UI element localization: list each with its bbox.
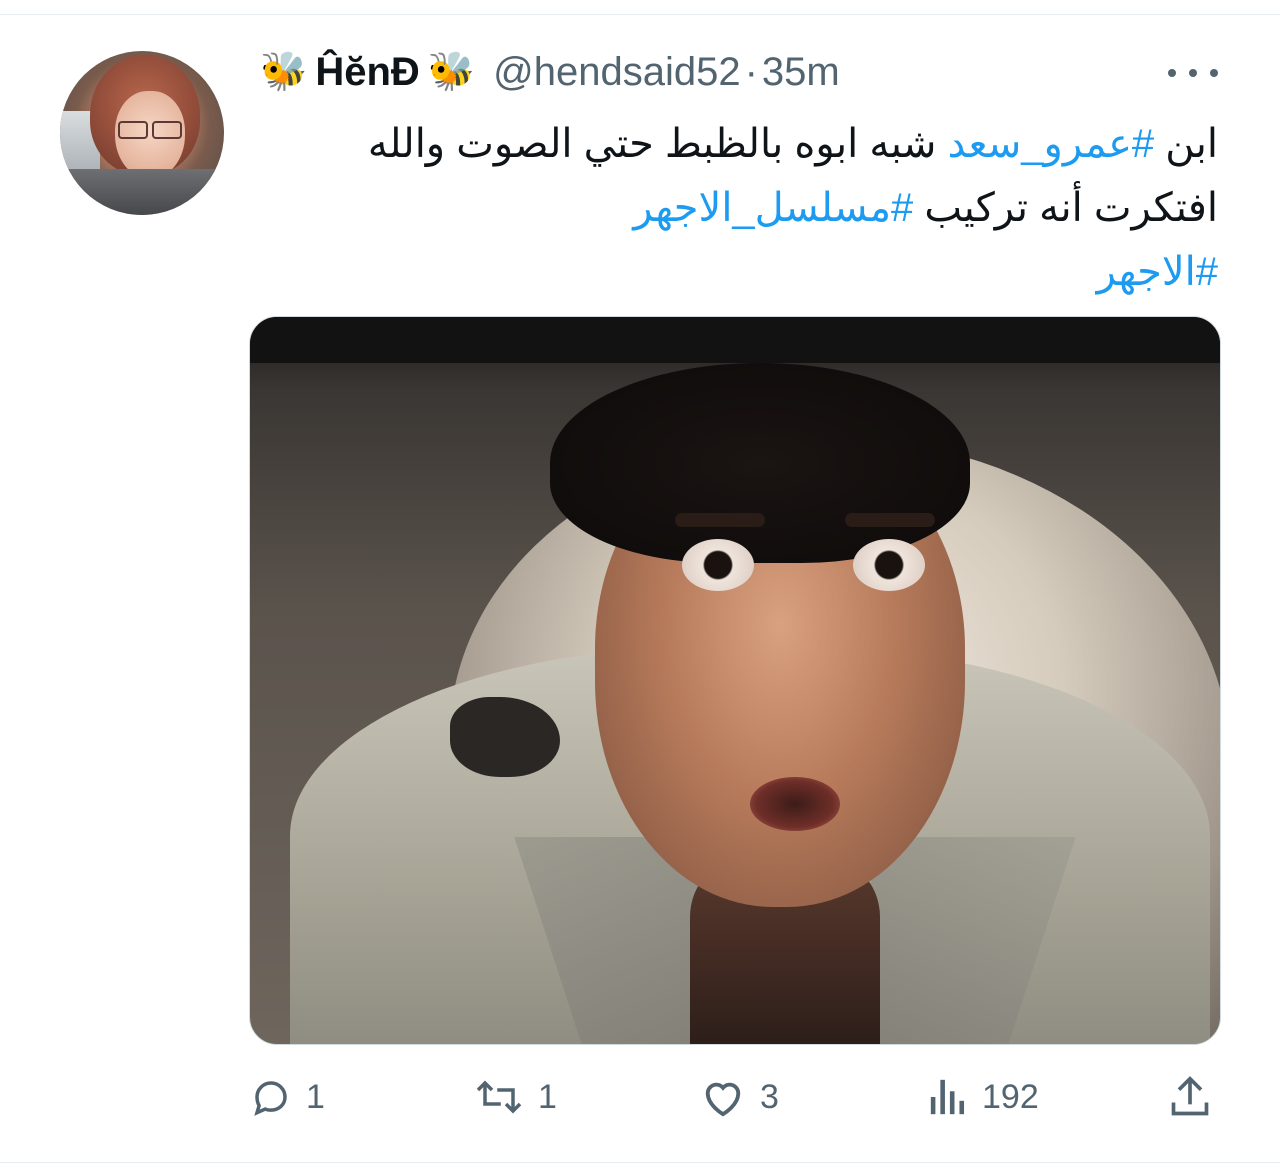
media-hair (550, 363, 970, 563)
separator-dot: · (744, 49, 758, 94)
avatar-shirt (60, 169, 224, 215)
media-top-bar (250, 317, 1220, 363)
hashtag-link[interactable]: #مسلسل_الاجهر (633, 186, 913, 230)
hashtag-link[interactable]: #عمرو_سعد (948, 122, 1155, 166)
display-name[interactable]: ĤĕnĐ (315, 50, 419, 95)
retweet-button[interactable]: 1 (474, 1062, 557, 1132)
bottom-divider (0, 1162, 1280, 1163)
media-eye-right (853, 539, 925, 591)
tweet-actions: 1 1 3 192 (0, 1062, 1280, 1132)
media-mouth (750, 777, 840, 831)
user-handle[interactable]: @hendsaid52 (493, 50, 740, 95)
like-button[interactable]: 3 (700, 1062, 779, 1132)
share-button[interactable] (1168, 1062, 1212, 1132)
retweet-count: 1 (538, 1077, 557, 1116)
tweet-text: ابن #عمرو_سعد شبه ابوه بالظبط حتي الصوت … (252, 112, 1218, 304)
tweet-header: 🐝 ĤĕnĐ 🐝 @hendsaid52 · 35m (252, 40, 840, 104)
timestamp[interactable]: 35m (762, 50, 840, 95)
media-brow-right (845, 513, 935, 527)
views-count: 192 (982, 1077, 1039, 1116)
like-count: 3 (760, 1077, 779, 1116)
heart-icon (705, 1082, 741, 1117)
hashtag-link[interactable]: #الاجهر (1097, 250, 1218, 294)
tweet-text-part: ابن (1154, 122, 1218, 166)
tweet-media-image[interactable] (249, 316, 1221, 1045)
retweet-icon (476, 1080, 522, 1114)
media-brow-left (675, 513, 765, 527)
reply-button[interactable]: 1 (250, 1062, 325, 1132)
bee-emoji-left: 🐝 (260, 51, 308, 93)
more-icon[interactable] (1168, 58, 1218, 88)
views-icon (930, 1079, 965, 1115)
share-icon (1171, 1076, 1209, 1116)
bee-emoji-right: 🐝 (427, 51, 476, 93)
reply-icon (254, 1081, 287, 1116)
views-button[interactable]: 192 (928, 1062, 1039, 1132)
media-eye-left (682, 539, 754, 591)
top-divider (0, 14, 1280, 15)
reply-count: 1 (306, 1077, 325, 1116)
avatar-glasses (118, 121, 182, 139)
avatar[interactable] (60, 51, 224, 215)
